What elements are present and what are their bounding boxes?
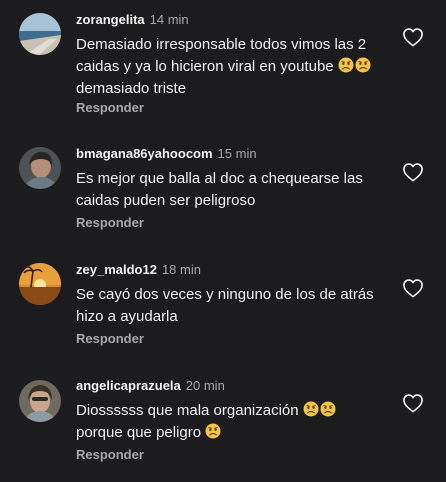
avatar[interactable] — [19, 263, 61, 305]
comment-text-part: Es mejor que balla al doc a chequearse l… — [76, 170, 363, 209]
comment-text-part: Se cayó dos veces y ninguno de los de at… — [76, 286, 374, 325]
comment-text: Se cayó dos veces y ninguno de los de at… — [76, 284, 386, 328]
sad-face-emoji-icon — [355, 57, 371, 73]
person-avatar-icon — [19, 147, 61, 189]
username[interactable]: zey_maldo12 — [76, 262, 157, 277]
comment-text-part: porque que peligro — [76, 424, 206, 441]
comment-text: Diossssss que mala organización porque q… — [76, 400, 386, 444]
heart-icon[interactable] — [402, 27, 424, 47]
heart-icon[interactable] — [402, 278, 424, 298]
comment-text-part: Diossssss que mala organización — [76, 402, 303, 419]
beach-avatar-icon — [19, 13, 61, 55]
comment-text-part: Demasiado irresponsable todos vimos las … — [76, 36, 367, 75]
comment-text: Es mejor que balla al doc a chequearse l… — [76, 168, 386, 212]
username[interactable]: angelicaprazuela — [76, 378, 181, 393]
comment-item: zorangelita 14 min Demasiado irresponsabl… — [0, 0, 446, 116]
reply-button[interactable]: Responder — [76, 447, 144, 462]
timestamp: 18 min — [161, 262, 201, 277]
comment-header: angelicaprazuela 20 min — [76, 378, 225, 394]
username[interactable]: zorangelita — [76, 12, 145, 27]
person-avatar-icon — [19, 380, 61, 422]
sad-face-emoji-icon — [338, 57, 354, 73]
reply-button[interactable]: Responder — [76, 215, 144, 230]
avatar[interactable] — [19, 13, 61, 55]
reply-button[interactable]: Responder — [76, 100, 144, 115]
sad-face-emoji-icon — [320, 401, 336, 417]
sad-face-emoji-icon — [205, 423, 221, 439]
reply-button[interactable]: Responder — [76, 331, 144, 346]
comment-text: Demasiado irresponsable todos vimos las … — [76, 34, 386, 100]
comment-item: angelicaprazuela 20 min Diossssss que mal… — [0, 366, 446, 482]
heart-icon[interactable] — [402, 393, 424, 413]
comment-header: bmagana86yahoocom 15 min — [76, 146, 257, 162]
comment-text-part: demasiado triste — [76, 80, 187, 97]
comment-item: bmagana86yahoocom 15 min Es mejor que bal… — [0, 133, 446, 249]
sunset-avatar-icon — [19, 263, 61, 305]
timestamp: 15 min — [217, 146, 257, 161]
avatar[interactable] — [19, 380, 61, 422]
avatar[interactable] — [19, 147, 61, 189]
comment-header: zey_maldo12 18 min — [76, 262, 201, 278]
heart-icon[interactable] — [402, 162, 424, 182]
timestamp: 14 min — [149, 12, 189, 27]
username[interactable]: bmagana86yahoocom — [76, 146, 213, 161]
comment-item: zey_maldo12 18 min Se cayó dos veces y ni… — [0, 250, 446, 366]
sad-face-emoji-icon — [303, 401, 319, 417]
comment-header: zorangelita 14 min — [76, 12, 189, 28]
timestamp: 20 min — [185, 378, 225, 393]
